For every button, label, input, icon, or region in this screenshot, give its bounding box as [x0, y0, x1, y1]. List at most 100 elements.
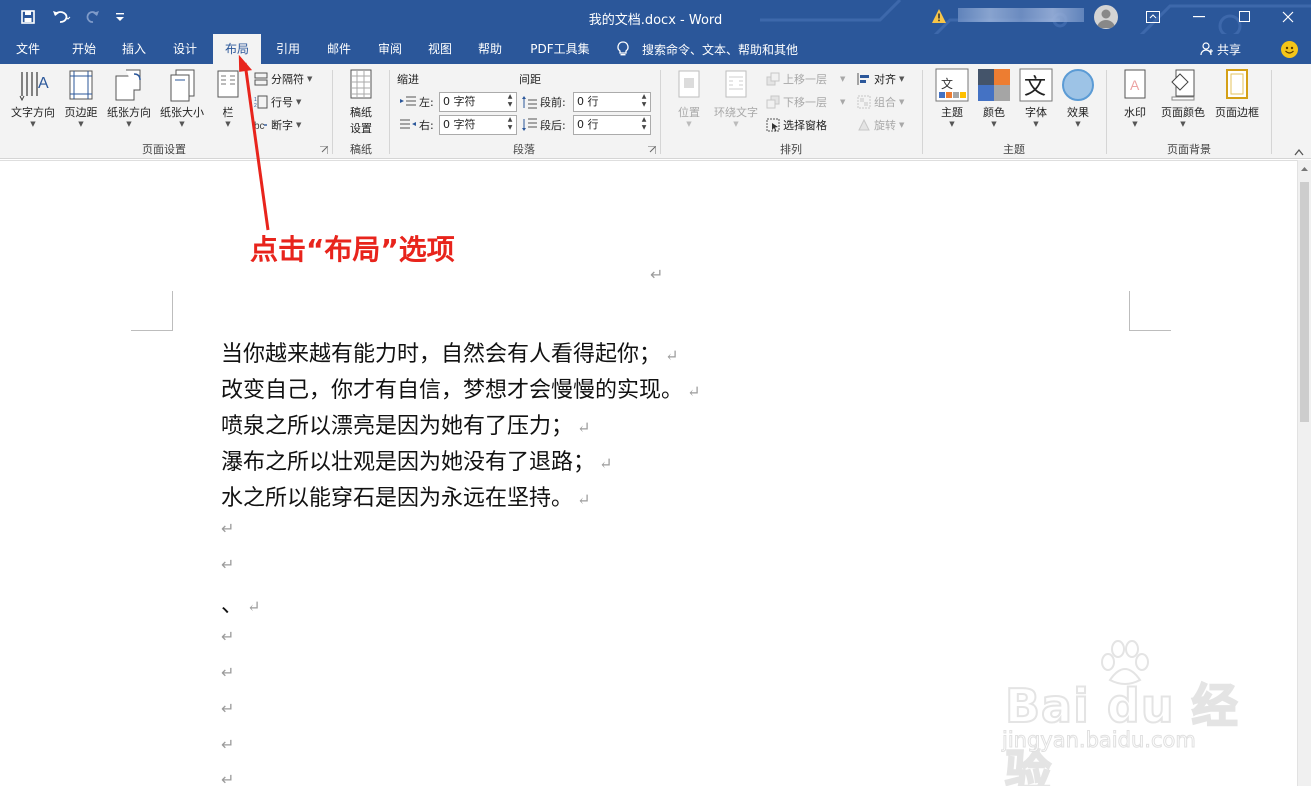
spin-arrows-icon[interactable]: ▲ ▼ [640, 93, 648, 111]
indent-right-icon [400, 119, 416, 129]
bring-forward-button: 上移一层 ▼ [766, 69, 845, 89]
minimize-icon[interactable] [1176, 0, 1222, 34]
arrange-group-label: 排列 [780, 143, 802, 156]
smile-feedback-icon[interactable] [1281, 41, 1298, 58]
tab-file[interactable]: 文件 [4, 34, 52, 64]
align-button[interactable]: 对齐 ▼ [857, 69, 904, 89]
spacing-after-input[interactable]: 0 行 ▲ ▼ [573, 115, 651, 135]
tab-design[interactable]: 设计 [161, 34, 209, 64]
scrollbar-thumb[interactable] [1300, 182, 1309, 422]
warning-icon[interactable] [931, 8, 947, 24]
paragraph-mark: ↵ [221, 627, 235, 646]
avatar[interactable] [1094, 5, 1118, 29]
orientation-button[interactable]: 纸张方向 ▼ [103, 68, 155, 128]
breaks-button[interactable]: 分隔符 ▼ [254, 69, 312, 89]
tab-review[interactable]: 审阅 [366, 34, 414, 64]
chevron-down-icon: ▼ [733, 120, 739, 128]
watermark-url: jingyan.baidu.com [1002, 728, 1197, 753]
theme-colors-button[interactable]: 颜色 ▼ [976, 68, 1012, 128]
spin-arrows-icon[interactable]: ▲ ▼ [506, 93, 514, 111]
line-numbers-icon: 12 [254, 95, 268, 109]
position-icon [672, 68, 706, 102]
chevron-down-icon: ▼ [991, 120, 997, 128]
size-button[interactable]: 纸张大小 ▼ [156, 68, 208, 128]
collapse-ribbon-icon[interactable] [1294, 148, 1304, 156]
paragraph-mark: ↵ [577, 490, 591, 509]
paragraph-mark: ↵ [247, 597, 261, 616]
text-direction-button[interactable]: A 文字方向 ▼ [6, 68, 60, 128]
spacing-before-input[interactable]: 0 行 ▲ ▼ [573, 92, 651, 112]
manuscript-line2: 设置 [350, 122, 372, 135]
lightbulb-icon [617, 41, 629, 56]
annotation-text: 点击“布局”选项 [250, 233, 455, 266]
line-numbers-button[interactable]: 12 行号 ▼ [254, 92, 301, 112]
margins-button[interactable]: 页边距 ▼ [60, 68, 102, 128]
indent-left-input[interactable]: 0 字符 ▲ ▼ [439, 92, 517, 112]
theme-effects-button[interactable]: 效果 ▼ [1060, 68, 1096, 128]
page-setup-launcher-icon[interactable] [320, 146, 328, 154]
account-name[interactable] [958, 8, 1084, 22]
themes-button[interactable]: 文 主题 ▼ [934, 68, 970, 128]
tab-references[interactable]: 引用 [264, 34, 312, 64]
maximize-icon[interactable] [1222, 0, 1268, 34]
hyphenation-button[interactable]: bc 断字 ▼ [254, 115, 301, 135]
tab-help[interactable]: 帮助 [466, 34, 514, 64]
rotate-icon [858, 118, 870, 131]
text-line[interactable]: 、 ↵ [221, 587, 260, 619]
line-numbers-label: 行号 [271, 96, 293, 109]
text-line[interactable]: 水之所以能穿石是因为永远在坚持。 ↵ [221, 480, 590, 512]
spin-arrows-icon[interactable]: ▲ ▼ [640, 116, 648, 134]
indent-right-label: 右: [400, 115, 434, 135]
share-button[interactable]: 共享 [1200, 34, 1241, 64]
send-backward-icon [766, 95, 780, 109]
chevron-down-icon: ▼ [1132, 120, 1138, 128]
columns-button[interactable]: 栏 ▼ [212, 68, 244, 128]
svg-text:bc: bc [254, 121, 265, 132]
tab-insert[interactable]: 插入 [110, 34, 158, 64]
vertical-scrollbar[interactable] [1297, 160, 1311, 786]
watermark-button[interactable]: A 水印 ▼ [1118, 68, 1152, 128]
ribbon-display-options-icon[interactable] [1130, 0, 1176, 34]
ribbon-layout: A 文字方向 ▼ 页边距 ▼ 纸张方向 ▼ 纸张大小 ▼ 栏 ▼ 分隔符 ▼ 1… [0, 64, 1311, 159]
tell-me-search[interactable]: 搜索命令、文本、帮助和其他 [616, 34, 798, 64]
chevron-down-icon: ▼ [1180, 120, 1186, 128]
tab-home[interactable]: 开始 [60, 34, 108, 64]
indent-right-value: 0 字符 [443, 118, 476, 131]
theme-fonts-label: 字体 [1025, 106, 1047, 119]
chevron-down-icon: ▼ [30, 120, 36, 128]
tab-pdf-tools[interactable]: PDF工具集 [522, 34, 598, 64]
text-line-content: 、 [221, 593, 244, 618]
theme-effects-label: 效果 [1067, 106, 1089, 119]
crop-mark [1129, 291, 1130, 331]
page-border-icon [1220, 68, 1254, 102]
manuscript-setup-button[interactable]: 稿纸 设置 [343, 68, 379, 136]
scroll-up-icon[interactable] [1300, 166, 1309, 172]
indent-right-input[interactable]: 0 字符 ▲ ▼ [439, 115, 517, 135]
group-separator [1271, 70, 1272, 154]
text-direction-icon: A [16, 68, 50, 102]
paragraph-launcher-icon[interactable] [648, 146, 656, 154]
tab-layout[interactable]: 布局 [213, 34, 261, 64]
tab-mailings[interactable]: 邮件 [315, 34, 363, 64]
send-backward-label: 下移一层 [783, 96, 827, 109]
text-line[interactable]: 改变自己，你才有自信，梦想才会慢慢的实现。 ↵ [221, 372, 700, 404]
selection-pane-button[interactable]: 选择窗格 [766, 115, 827, 135]
text-line[interactable]: 当你越来越有能力时，自然会有人看得起你； ↵ [221, 336, 678, 368]
baidu-jingyan-watermark: Bai du 经验 jingyan.baidu.com [1000, 640, 1260, 786]
spacing-after-icon [522, 118, 537, 131]
selection-pane-label: 选择窗格 [783, 119, 827, 132]
theme-group-label: 主题 [1003, 143, 1025, 156]
text-line[interactable]: 瀑布之所以壮观是因为她没有了退路； ↵ [221, 444, 612, 476]
spin-arrows-icon[interactable]: ▲ ▼ [506, 116, 514, 134]
page-borders-button[interactable]: 页面边框 [1212, 68, 1262, 120]
theme-fonts-button[interactable]: 文 字体 ▼ [1018, 68, 1054, 128]
paragraph-group-label: 段落 [513, 143, 535, 156]
hyphenation-icon: bc [254, 121, 267, 132]
page-color-button[interactable]: 页面颜色 ▼ [1158, 68, 1208, 128]
margins-label: 页边距 [64, 106, 98, 119]
breaks-icon [254, 72, 268, 86]
close-icon[interactable] [1265, 0, 1311, 34]
text-line[interactable]: 喷泉之所以漂亮是因为她有了压力； ↵ [221, 408, 590, 440]
text-line-content: 当你越来越有能力时，自然会有人看得起你； [221, 342, 662, 367]
tab-view[interactable]: 视图 [416, 34, 464, 64]
